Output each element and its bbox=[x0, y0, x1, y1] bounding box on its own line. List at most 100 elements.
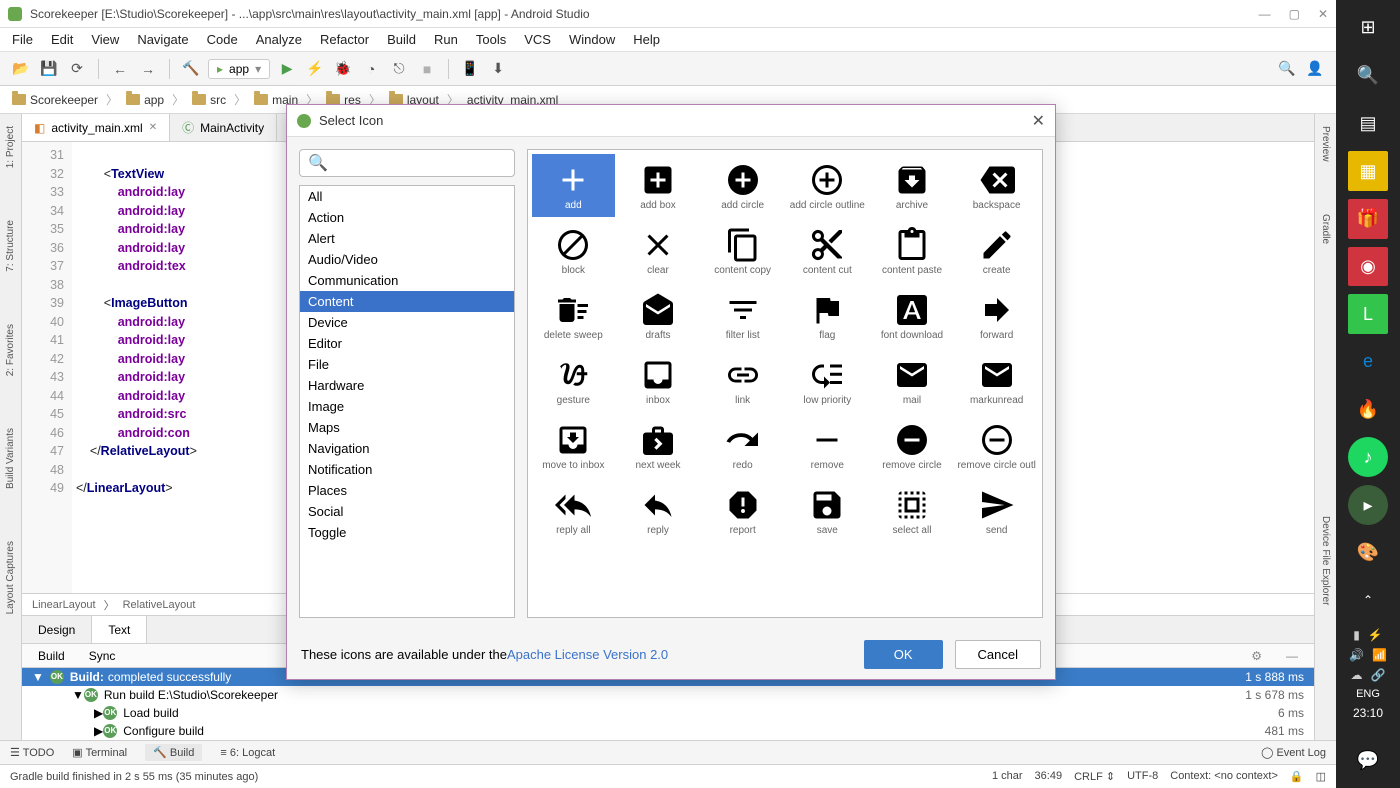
category-audio-video[interactable]: Audio/Video bbox=[300, 249, 514, 270]
icon-item-report[interactable]: report bbox=[701, 479, 784, 542]
build-row-configure[interactable]: ▶ OKConfigure build481 ms bbox=[22, 722, 1314, 740]
icon-item-remove-circle[interactable]: remove circle bbox=[871, 414, 954, 477]
tab-design[interactable]: Design bbox=[22, 616, 92, 643]
icon-item-reply[interactable]: reply bbox=[617, 479, 700, 542]
spotify-icon[interactable]: ♪ bbox=[1348, 437, 1388, 477]
bc-src[interactable]: src bbox=[188, 91, 230, 109]
stop-icon[interactable]: ■ bbox=[416, 58, 438, 80]
category-alert[interactable]: Alert bbox=[300, 228, 514, 249]
menu-navigate[interactable]: Navigate bbox=[137, 32, 188, 47]
category-list[interactable]: AllActionAlertAudio/VideoCommunicationCo… bbox=[299, 185, 515, 618]
icon-item-remove-circle-outl[interactable]: remove circle outl bbox=[955, 414, 1038, 477]
tool-terminal[interactable]: ▣ Terminal bbox=[72, 746, 127, 759]
category-maps[interactable]: Maps bbox=[300, 417, 514, 438]
run-icon[interactable]: ▶ bbox=[276, 58, 298, 80]
tab-close-icon[interactable]: ✕ bbox=[149, 122, 157, 133]
taskbar-line-icon[interactable]: L bbox=[1348, 294, 1388, 334]
tab-text[interactable]: Text bbox=[92, 616, 147, 643]
profile-icon[interactable]: ◔ bbox=[360, 58, 382, 80]
panel-preview[interactable]: Preview bbox=[1318, 120, 1333, 168]
category-places[interactable]: Places bbox=[300, 480, 514, 501]
icon-item-gesture[interactable]: gesture bbox=[532, 349, 615, 412]
lock-icon[interactable]: 🔒 bbox=[1290, 770, 1304, 783]
icon-search-input[interactable]: 🔍 bbox=[299, 149, 515, 177]
icon-item-add-box[interactable]: add box bbox=[617, 154, 700, 217]
status-crlf[interactable]: CRLF ⇕ bbox=[1074, 770, 1115, 783]
tool-todo[interactable]: ☰ TODO bbox=[10, 746, 54, 759]
menu-analyze[interactable]: Analyze bbox=[256, 32, 302, 47]
icon-item-link[interactable]: link bbox=[701, 349, 784, 412]
menu-vcs[interactable]: VCS bbox=[524, 32, 551, 47]
taskbar-app-2[interactable]: 🎁 bbox=[1348, 199, 1388, 239]
menu-build[interactable]: Build bbox=[387, 32, 416, 47]
icon-item-next-week[interactable]: next week bbox=[617, 414, 700, 477]
forward-icon[interactable]: → bbox=[137, 58, 159, 80]
build-row-loadbuild[interactable]: ▶ OKLoad build6 ms bbox=[22, 704, 1314, 722]
cancel-button[interactable]: Cancel bbox=[955, 640, 1041, 669]
save-icon[interactable]: 💾 bbox=[38, 58, 60, 80]
icon-item-content-copy[interactable]: content copy bbox=[701, 219, 784, 282]
panel-layout-captures[interactable]: Layout Captures bbox=[3, 535, 18, 620]
start-icon[interactable]: ⊞ bbox=[1348, 8, 1388, 48]
battery-icon[interactable]: ▮ bbox=[1353, 628, 1360, 642]
panel-favorites[interactable]: 2: Favorites bbox=[3, 318, 18, 382]
gear-icon[interactable]: ⚙ bbox=[1251, 649, 1262, 663]
icon-item-forward[interactable]: forward bbox=[955, 284, 1038, 347]
minimize-icon[interactable]: — bbox=[1259, 7, 1271, 21]
taskbar-app-1[interactable]: ▦ bbox=[1348, 151, 1388, 191]
icon-item-markunread[interactable]: markunread bbox=[955, 349, 1038, 412]
apply-changes-icon[interactable]: ⚡ bbox=[304, 58, 326, 80]
category-content[interactable]: Content bbox=[300, 291, 514, 312]
panel-device-explorer[interactable]: Device File Explorer bbox=[1318, 510, 1333, 611]
icon-item-filter-list[interactable]: filter list bbox=[701, 284, 784, 347]
panel-project[interactable]: 1: Project bbox=[3, 120, 18, 174]
indicator-icon[interactable]: ◫ bbox=[1316, 770, 1326, 783]
icon-item-redo[interactable]: redo bbox=[701, 414, 784, 477]
icon-item-select-all[interactable]: select all bbox=[871, 479, 954, 542]
category-communication[interactable]: Communication bbox=[300, 270, 514, 291]
avd-icon[interactable]: 📱 bbox=[459, 58, 481, 80]
menu-run[interactable]: Run bbox=[434, 32, 458, 47]
category-navigation[interactable]: Navigation bbox=[300, 438, 514, 459]
android-studio-icon[interactable]: ▸ bbox=[1348, 485, 1388, 525]
category-action[interactable]: Action bbox=[300, 207, 514, 228]
panel-gradle[interactable]: Gradle bbox=[1318, 208, 1333, 250]
icon-item-send[interactable]: send bbox=[955, 479, 1038, 542]
icon-item-block[interactable]: block bbox=[532, 219, 615, 282]
icon-item-drafts[interactable]: drafts bbox=[617, 284, 700, 347]
icon-item-backspace[interactable]: backspace bbox=[955, 154, 1038, 217]
menu-refactor[interactable]: Refactor bbox=[320, 32, 369, 47]
user-icon[interactable]: 👤 bbox=[1304, 58, 1326, 80]
icon-item-mail[interactable]: mail bbox=[871, 349, 954, 412]
icon-item-remove[interactable]: remove bbox=[786, 414, 869, 477]
taskbar-time[interactable]: 23:10 bbox=[1353, 706, 1383, 720]
taskbar-search-icon[interactable]: 🔍 bbox=[1348, 56, 1388, 96]
category-notification[interactable]: Notification bbox=[300, 459, 514, 480]
open-icon[interactable]: 📂 bbox=[10, 58, 32, 80]
back-icon[interactable]: ← bbox=[109, 58, 131, 80]
volume-icon[interactable]: 🔊 bbox=[1349, 648, 1364, 662]
category-device[interactable]: Device bbox=[300, 312, 514, 333]
build-row-runbuild[interactable]: ▼ OKRun build E:\Studio\Scorekeeper1 s 6… bbox=[22, 686, 1314, 704]
menu-window[interactable]: Window bbox=[569, 32, 615, 47]
status-enc[interactable]: UTF-8 bbox=[1127, 770, 1158, 783]
ok-button[interactable]: OK bbox=[864, 640, 943, 669]
firefox-icon[interactable]: 🔥 bbox=[1348, 390, 1388, 430]
run-config-dropdown[interactable]: ▸app▾ bbox=[208, 59, 270, 79]
sync-icon[interactable]: ⟳ bbox=[66, 58, 88, 80]
panel-structure[interactable]: 7: Structure bbox=[3, 214, 18, 278]
icon-item-add-circle[interactable]: add circle bbox=[701, 154, 784, 217]
icon-item-move-to-inbox[interactable]: move to inbox bbox=[532, 414, 615, 477]
panel-build-variants[interactable]: Build Variants bbox=[3, 422, 18, 495]
attach-icon[interactable]: ⎋ bbox=[388, 58, 410, 80]
subtab-sync[interactable]: Sync bbox=[89, 649, 116, 663]
icon-item-archive[interactable]: archive bbox=[871, 154, 954, 217]
subtab-build[interactable]: Build bbox=[38, 649, 65, 663]
debug-icon[interactable]: 🐞 bbox=[332, 58, 354, 80]
menu-view[interactable]: View bbox=[91, 32, 119, 47]
maximize-icon[interactable]: ▢ bbox=[1289, 7, 1300, 21]
icon-item-inbox[interactable]: inbox bbox=[617, 349, 700, 412]
search-icon[interactable]: 🔍 bbox=[1276, 58, 1298, 80]
wifi-icon[interactable]: 📶 bbox=[1372, 648, 1387, 662]
icon-grid[interactable]: addadd boxadd circleadd circle outlinear… bbox=[527, 149, 1043, 618]
